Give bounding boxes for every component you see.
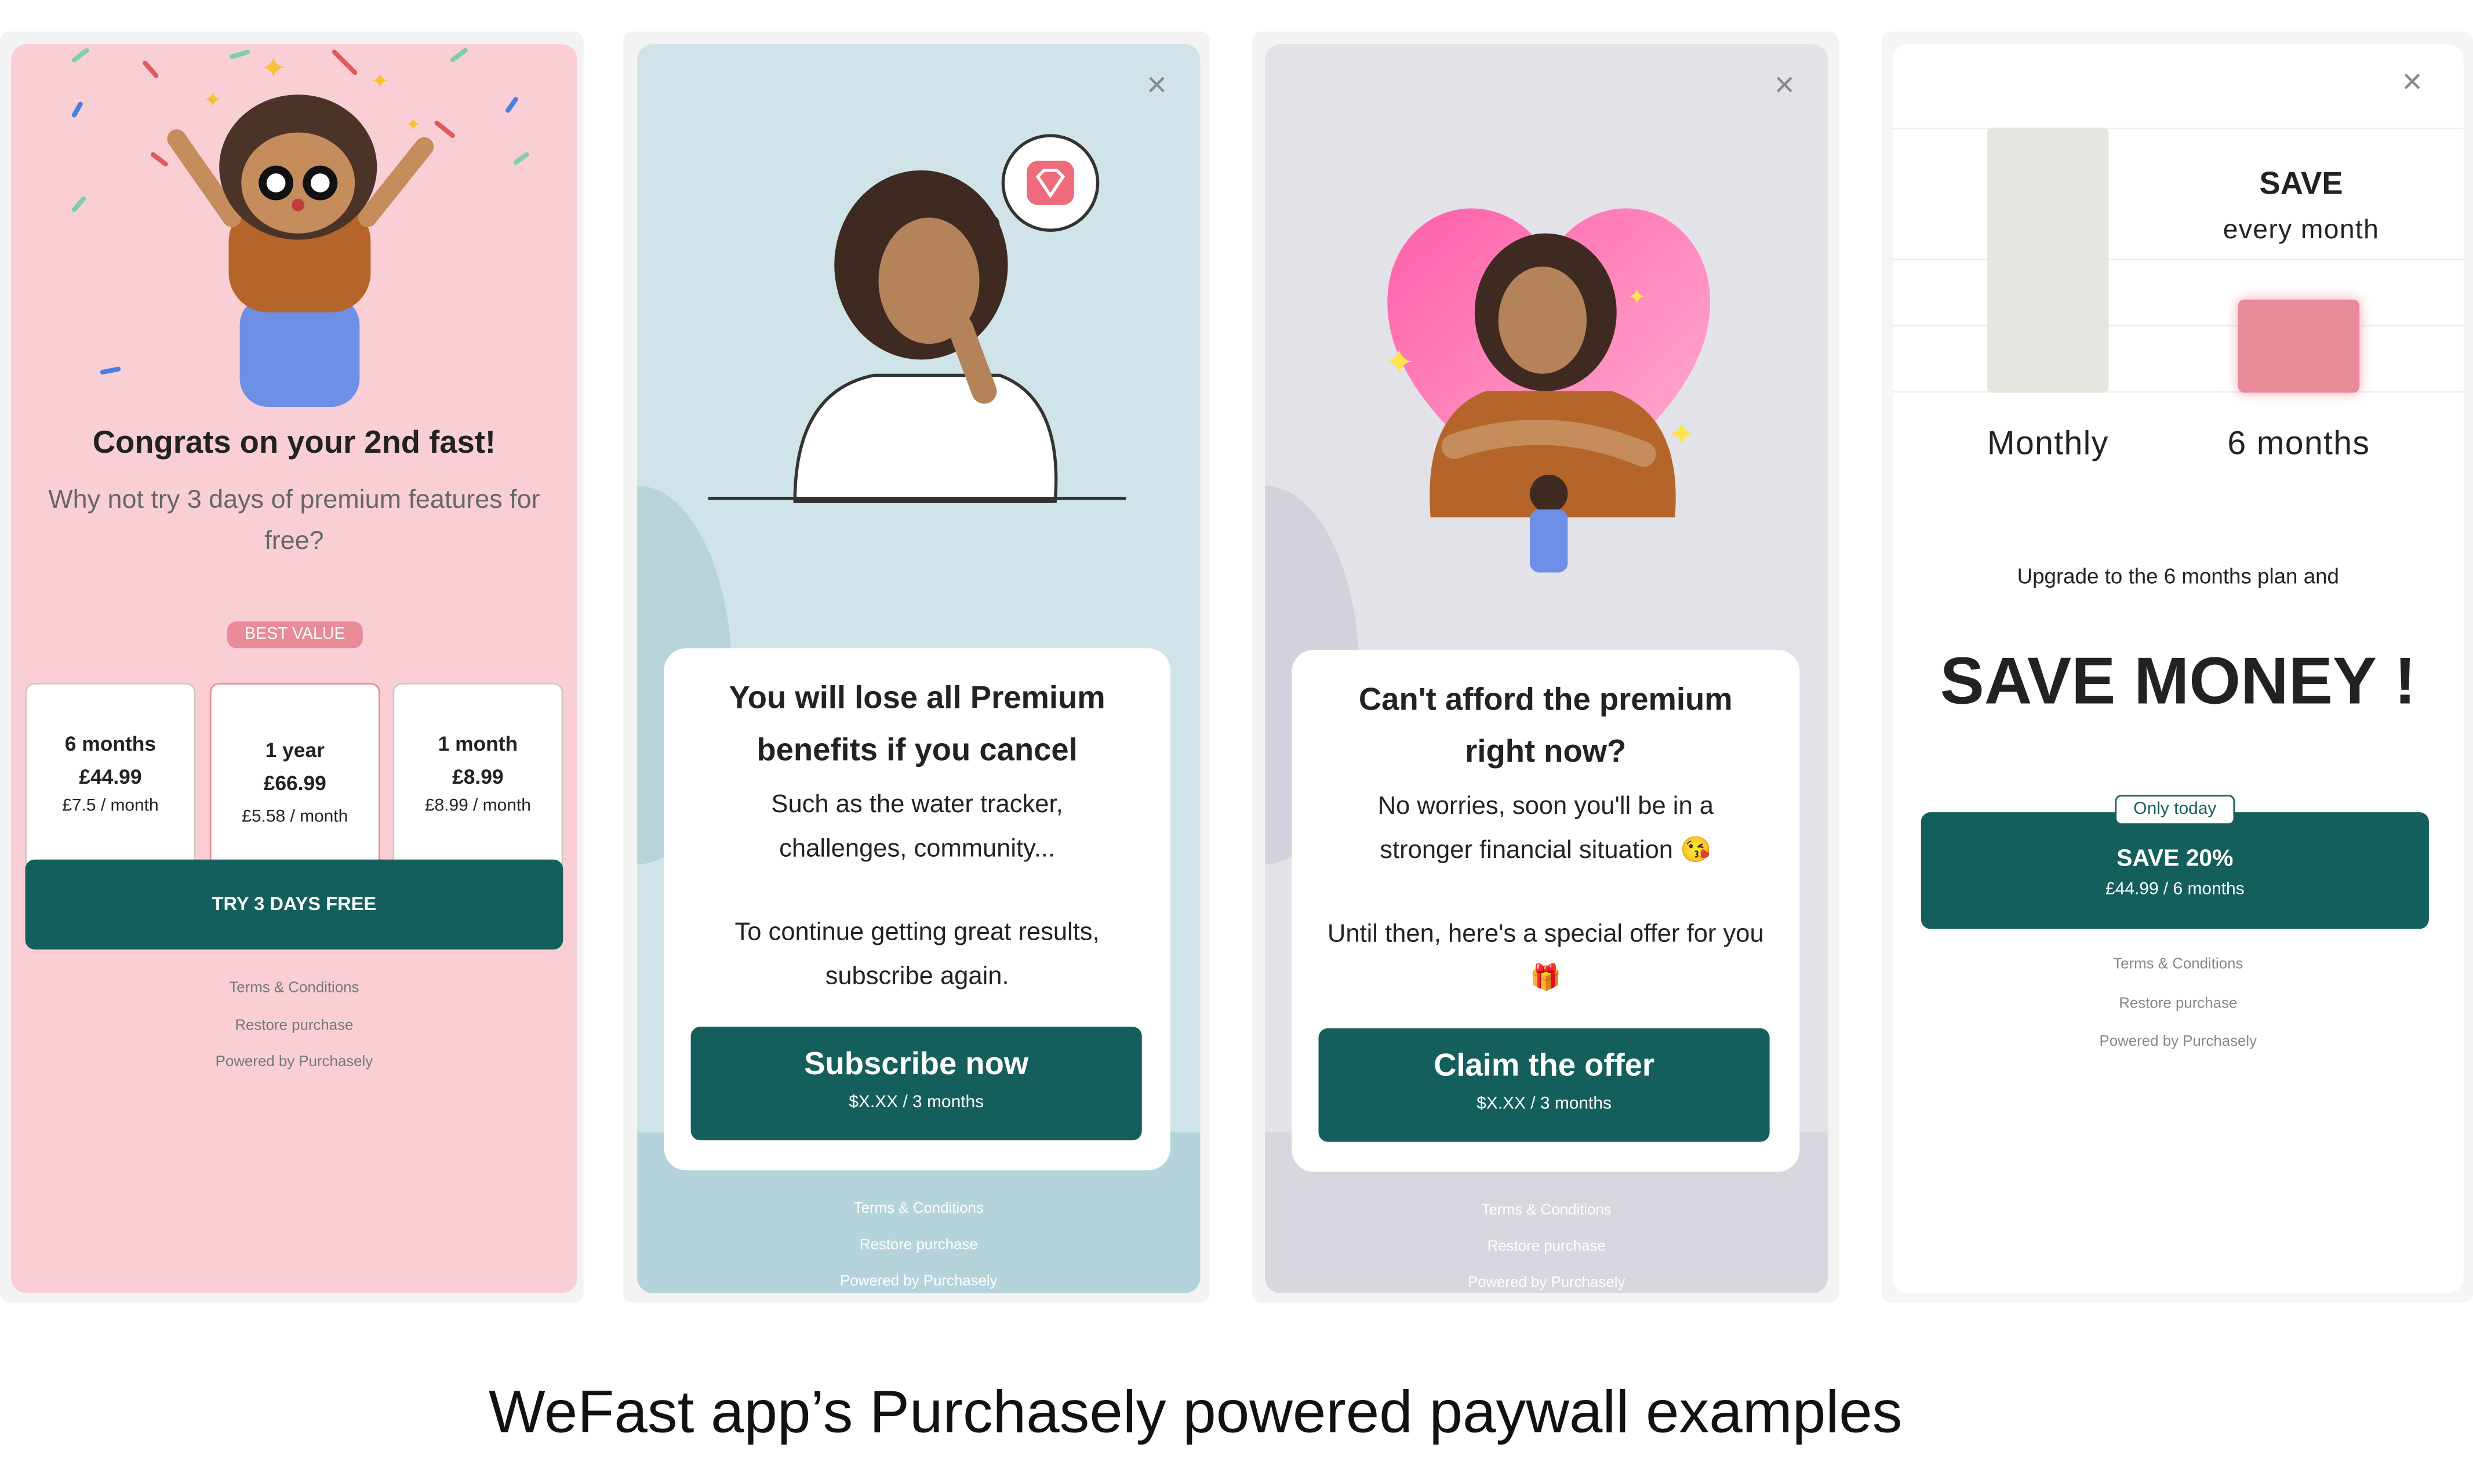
restore-purchase-link[interactable]: Restore purchase <box>11 1017 577 1035</box>
message-card: Can't afford the premium right now? No w… <box>1292 649 1800 1172</box>
svg-text:✦: ✦ <box>203 88 222 112</box>
paywall-3-body-2: Until then, here's a special offer for y… <box>1327 921 1764 992</box>
plan-option-1-month[interactable]: 1 month £8.99 £8.99 / month <box>392 683 563 875</box>
plan-option-1-year[interactable]: 1 year £66.99 £5.58 / month <box>209 683 380 875</box>
bar-label-6-months: 6 months <box>2227 425 2370 463</box>
grid-line <box>1892 128 2464 130</box>
save-20-button[interactable]: SAVE 20% £44.99 / 6 months <box>1921 812 2429 929</box>
svg-text:✦: ✦ <box>370 69 389 93</box>
paywall-1-title: Congrats on your 2nd fast! <box>92 425 496 461</box>
terms-link[interactable]: Terms & Conditions <box>1893 956 2464 973</box>
close-icon[interactable]: × <box>1147 67 1167 103</box>
button-label: SAVE 20% <box>2116 845 2234 872</box>
plan-name: 1 year <box>265 738 325 762</box>
restore-purchase-link[interactable]: Restore purchase <box>637 1236 1200 1254</box>
grid-line <box>1892 259 2464 260</box>
save-label: SAVE <box>2259 167 2343 202</box>
claim-offer-button[interactable]: Claim the offer $X.XX / 3 months <box>1318 1028 1770 1142</box>
subscribe-now-button[interactable]: Subscribe now $X.XX / 3 months <box>690 1027 1142 1141</box>
celebration-illustration: ✦ ✦ ✦ ✦ <box>71 48 529 407</box>
svg-text:✦: ✦ <box>405 114 421 135</box>
terms-link[interactable]: Terms & Conditions <box>11 980 577 997</box>
paywall-3-title: Can't afford the premium right now? <box>1358 683 1733 770</box>
button-price: $X.XX / 3 months <box>1476 1094 1612 1114</box>
caption: WeFast app’s Purchasely powered paywall … <box>489 1380 1903 1446</box>
svg-text:✦: ✦ <box>1667 415 1696 454</box>
svg-text:✦: ✦ <box>1628 285 1646 310</box>
paywall-3: × ✦ ✦ ✦ Can't afford the premium right no… <box>1265 44 1828 1293</box>
terms-link[interactable]: Terms & Conditions <box>1265 1202 1828 1219</box>
plan-price: £44.99 <box>79 765 142 789</box>
grid-line <box>1892 325 2464 327</box>
restore-purchase-link[interactable]: Restore purchase <box>1893 995 2464 1013</box>
button-label: Subscribe now <box>804 1047 1029 1082</box>
six-months-bar <box>2238 299 2360 393</box>
button-price: £44.99 / 6 months <box>2105 880 2245 899</box>
plan-name: 6 months <box>64 732 157 756</box>
button-price: $X.XX / 3 months <box>849 1093 984 1112</box>
svg-text:✦: ✦ <box>260 50 287 86</box>
thinking-woman-illustration <box>708 134 1126 503</box>
self-hug-heart-illustration: ✦ ✦ ✦ <box>1383 208 1711 573</box>
powered-by-link[interactable]: Powered by Purchasely <box>637 1273 1200 1290</box>
paywall-4: × SAVE every month Monthly 6 months Upgr… <box>1892 44 2464 1293</box>
plan-price: £8.99 <box>452 765 504 789</box>
plan-name: 1 month <box>438 732 518 756</box>
best-value-badge: BEST VALUE <box>227 621 363 649</box>
paywall-2-body-2: To continue getting great results, subsc… <box>734 919 1100 991</box>
save-money-headline: SAVE MONEY ! <box>1940 643 2416 718</box>
paywall-3-body-1: No worries, soon you'll be in a stronger… <box>1377 793 1714 864</box>
only-today-badge: Only today <box>2115 795 2235 825</box>
try-free-button[interactable]: TRY 3 DAYS FREE <box>25 859 563 950</box>
plan-monthly-price: £5.58 / month <box>242 807 348 827</box>
bar-label-monthly: Monthly <box>1987 425 2109 463</box>
close-icon[interactable]: × <box>1774 67 1795 103</box>
upgrade-intro: Upgrade to the 6 months plan and <box>2017 565 2340 588</box>
plan-price: £66.99 <box>263 771 326 795</box>
svg-text:✦: ✦ <box>1383 341 1415 384</box>
save-sub-label: every month <box>2223 214 2380 245</box>
paywall-1: ✦ ✦ ✦ ✦ Congrats on your 2nd fast! Why not… <box>11 44 577 1293</box>
paywall-1-subtitle: Why not try 3 days of premium features f… <box>48 485 540 555</box>
plan-monthly-price: £8.99 / month <box>424 796 531 816</box>
button-label: Claim the offer <box>1434 1049 1655 1084</box>
powered-by-link[interactable]: Powered by Purchasely <box>11 1053 577 1071</box>
close-icon[interactable]: × <box>2402 64 2423 100</box>
paywall-2: × You will lose all Premium benefits if … <box>637 44 1201 1293</box>
plan-monthly-price: £7.5 / month <box>62 796 159 816</box>
powered-by-link[interactable]: Powered by Purchasely <box>1893 1033 2464 1050</box>
paywall-2-title: You will lose all Premium benefits if yo… <box>729 681 1105 768</box>
monthly-bar <box>1987 128 2109 393</box>
grid-line <box>1892 391 2464 393</box>
restore-purchase-link[interactable]: Restore purchase <box>1265 1238 1828 1256</box>
terms-link[interactable]: Terms & Conditions <box>637 1200 1200 1217</box>
powered-by-link[interactable]: Powered by Purchasely <box>1265 1274 1828 1292</box>
plan-option-6-months[interactable]: 6 months £44.99 £7.5 / month <box>25 683 196 875</box>
paywall-2-body-1: Such as the water tracker, challenges, c… <box>771 791 1063 863</box>
message-card: You will lose all Premium benefits if yo… <box>664 648 1170 1170</box>
